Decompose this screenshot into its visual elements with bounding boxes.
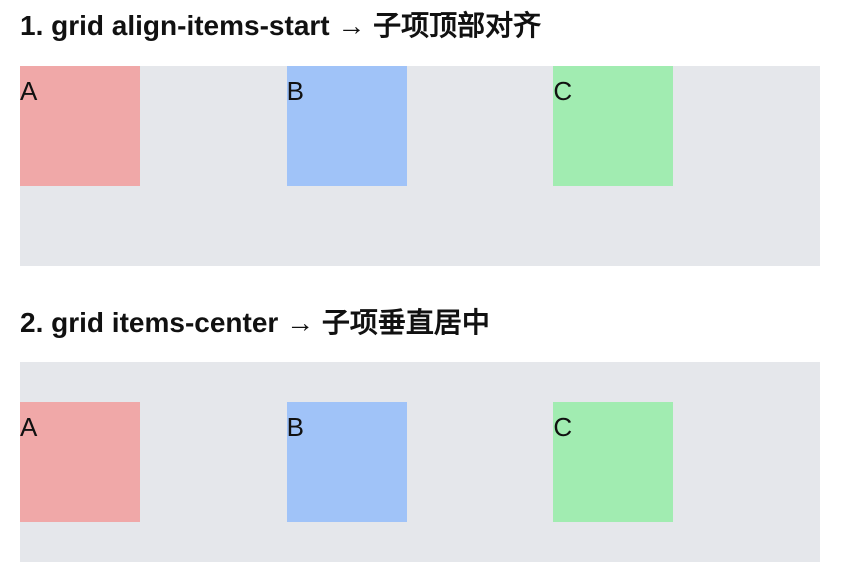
grid-item-a: A xyxy=(20,402,140,522)
section-title: 1. grid align-items-start → 子项顶部对齐 xyxy=(20,10,542,41)
grid-item-c: C xyxy=(553,402,674,522)
grid-item-b: B xyxy=(286,66,407,186)
grid-item-c: C xyxy=(553,66,674,186)
grid-container-align-start: A B C xyxy=(20,66,820,266)
grid-container-items-center: A B C xyxy=(20,362,820,562)
grid-item-b: B xyxy=(286,402,407,522)
grid-item-a: A xyxy=(20,66,140,186)
section-title: 2. grid items-center → 子项垂直居中 xyxy=(20,307,490,338)
